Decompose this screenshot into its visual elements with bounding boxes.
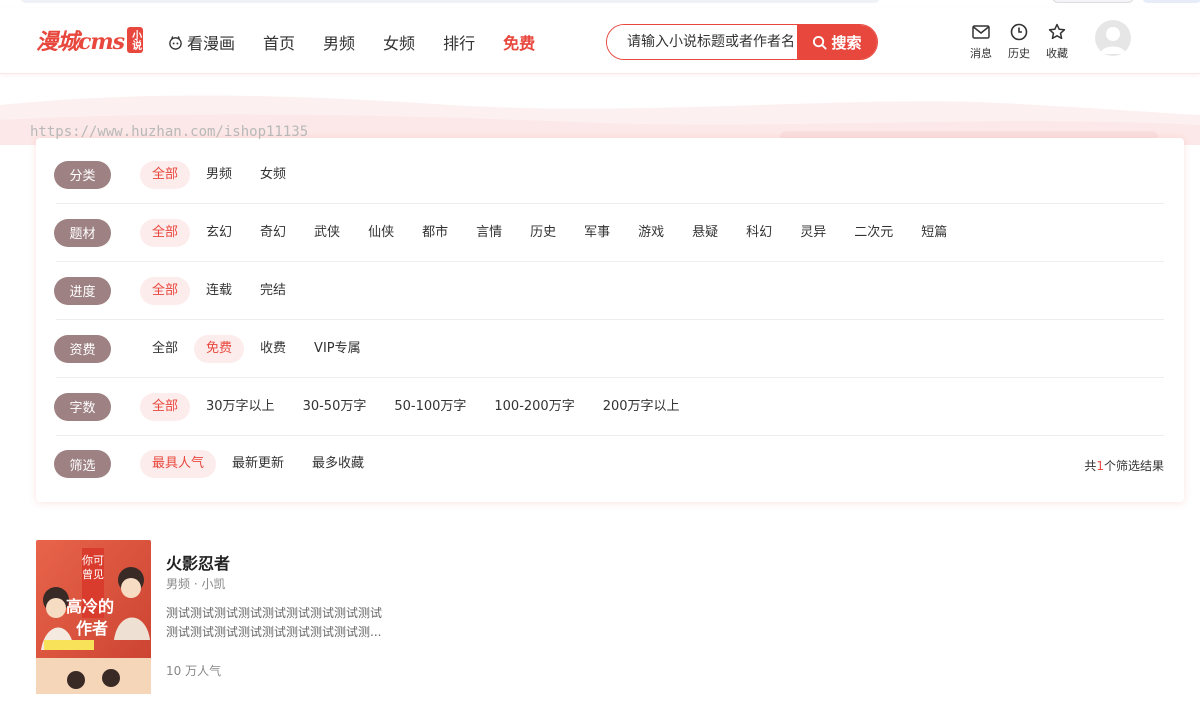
user-icon bbox=[1100, 27, 1126, 54]
sort-option[interactable]: 最具人气 bbox=[140, 450, 217, 478]
filter-option[interactable]: 奇幻 bbox=[248, 219, 298, 247]
sort-option[interactable]: 最多收藏 bbox=[300, 450, 376, 478]
book-description: 测试测试测试测试测试测试测试测试测试 测试测试测试测试测试测试测试测试测... bbox=[166, 604, 396, 642]
filter-row-words: 字数 全部 30万字以上 30-50万字 50-100万字 100-200万字 … bbox=[54, 378, 1164, 436]
filter-panel: 分类 全部 男频 女频 题材 全部 玄幻 奇幻 武侠 仙侠 都市 言情 历史 军… bbox=[36, 138, 1184, 502]
svg-text:曾见: 曾见 bbox=[82, 567, 104, 581]
filter-row-fee: 资费 全部 免费 收费 VIP专属 bbox=[54, 320, 1164, 378]
filter-option[interactable]: 连载 bbox=[194, 277, 244, 305]
filter-option[interactable]: 全部 bbox=[140, 335, 190, 363]
filter-label-progress: 进度 bbox=[54, 276, 111, 305]
filter-option[interactable]: VIP专属 bbox=[302, 335, 373, 363]
filter-option[interactable]: 游戏 bbox=[626, 219, 676, 247]
nav-item-comic[interactable]: 看漫画 bbox=[168, 30, 235, 54]
main-nav: 看漫画 首页 男频 女频 排行 免费 bbox=[168, 30, 563, 54]
logo-badge: 小说 bbox=[127, 27, 144, 53]
filter-option[interactable]: 灵异 bbox=[788, 219, 838, 247]
book-popularity: 10 万人气 bbox=[166, 664, 222, 678]
filter-option[interactable]: 全部 bbox=[140, 160, 191, 189]
filter-row-progress: 进度 全部 连载 完结 bbox=[54, 262, 1164, 320]
favorites-button[interactable]: 收藏 bbox=[1038, 22, 1076, 61]
filter-option[interactable]: 玄幻 bbox=[194, 219, 244, 247]
filter-option[interactable]: 全部 bbox=[140, 276, 191, 305]
filter-label-fee: 资费 bbox=[54, 334, 111, 363]
messages-label: 消息 bbox=[970, 47, 992, 60]
filter-option[interactable]: 200万字以上 bbox=[591, 393, 692, 421]
filter-option[interactable]: 50-100万字 bbox=[382, 393, 478, 421]
filter-label-theme: 题材 bbox=[54, 218, 111, 247]
filter-option[interactable]: 武侠 bbox=[302, 219, 352, 247]
site-logo[interactable]: 漫城cms 小说 bbox=[36, 26, 144, 55]
filter-row-category: 分类 全部 男频 女频 bbox=[54, 146, 1164, 204]
book-description-line: 测试测试测试测试测试测试测试测试测... bbox=[166, 625, 382, 639]
filter-label-category: 分类 bbox=[54, 160, 111, 189]
nav-label: 看漫画 bbox=[187, 34, 236, 53]
filter-option[interactable]: 科幻 bbox=[734, 219, 784, 247]
clock-icon bbox=[1010, 23, 1028, 41]
nav-item-female[interactable]: 女频 bbox=[383, 30, 415, 54]
filter-option[interactable]: 历史 bbox=[518, 219, 568, 247]
book-card[interactable]: 你可 曾见 高冷的 作者 火影忍者 男频 · 小凯 测试测试测试测试测试测试测试… bbox=[36, 540, 436, 694]
nav-item-ranking[interactable]: 排行 bbox=[443, 30, 475, 54]
filter-row-sort: 筛选 最具人气 最新更新 最多收藏 共1个筛选结果 bbox=[54, 435, 1164, 493]
star-icon bbox=[1048, 23, 1066, 40]
search-box: 搜索 bbox=[606, 24, 878, 60]
filter-option[interactable]: 30-50万字 bbox=[291, 393, 379, 421]
filter-label-words: 字数 bbox=[54, 392, 111, 421]
filter-option[interactable]: 仙侠 bbox=[356, 219, 406, 247]
filter-option[interactable]: 悬疑 bbox=[680, 219, 730, 247]
mail-icon bbox=[972, 25, 990, 39]
history-button[interactable]: 历史 bbox=[1000, 22, 1038, 61]
nav-item-male[interactable]: 男频 bbox=[323, 30, 355, 54]
avatar[interactable] bbox=[1095, 20, 1131, 56]
site-header: 漫城cms 小说 看漫画 首页 男频 女频 排行 免费 搜索 消息 历史 收藏 bbox=[0, 8, 1200, 74]
filter-option[interactable]: 言情 bbox=[464, 219, 514, 247]
book-description-line: 测试测试测试测试测试测试测试测试测试 bbox=[166, 606, 383, 620]
filter-label-sort: 筛选 bbox=[54, 450, 111, 478]
filter-option[interactable]: 收费 bbox=[248, 335, 298, 363]
nav-item-free[interactable]: 免费 bbox=[503, 30, 535, 54]
messages-button[interactable]: 消息 bbox=[962, 22, 1000, 61]
search-button-label: 搜索 bbox=[831, 33, 862, 52]
search-input[interactable] bbox=[607, 25, 797, 59]
comic-icon bbox=[169, 35, 182, 50]
result-count: 共1个筛选结果 bbox=[1084, 459, 1164, 473]
filter-option[interactable]: 30万字以上 bbox=[194, 393, 287, 421]
history-label: 历史 bbox=[1008, 47, 1030, 60]
filter-option[interactable]: 短篇 bbox=[909, 219, 959, 247]
search-icon bbox=[813, 35, 828, 50]
svg-text:高冷的: 高冷的 bbox=[66, 597, 114, 616]
search-button[interactable]: 搜索 bbox=[797, 25, 877, 59]
svg-text:作者: 作者 bbox=[76, 619, 108, 638]
favorites-label: 收藏 bbox=[1046, 47, 1068, 60]
filter-option[interactable]: 军事 bbox=[572, 219, 622, 247]
watermark-text: https://www.huzhan.com/ishop11135 bbox=[30, 124, 309, 140]
filter-option[interactable]: 二次元 bbox=[842, 219, 905, 247]
svg-text:你可: 你可 bbox=[82, 554, 104, 567]
filter-option[interactable]: 免费 bbox=[194, 334, 245, 363]
filter-option[interactable]: 全部 bbox=[140, 218, 191, 247]
filter-option[interactable]: 完结 bbox=[248, 277, 298, 305]
filter-option[interactable]: 全部 bbox=[140, 392, 191, 421]
filter-option[interactable]: 都市 bbox=[410, 219, 460, 247]
book-cover-image[interactable]: 你可 曾见 高冷的 作者 bbox=[36, 540, 151, 694]
sort-option[interactable]: 最新更新 bbox=[220, 450, 296, 478]
filter-option[interactable]: 男频 bbox=[194, 161, 244, 189]
header-tools: 消息 历史 收藏 bbox=[962, 22, 1076, 61]
filter-option[interactable]: 100-200万字 bbox=[482, 393, 586, 421]
book-title[interactable]: 火影忍者 bbox=[166, 550, 230, 574]
filter-option[interactable]: 女频 bbox=[248, 161, 298, 189]
logo-text: 漫城cms bbox=[36, 29, 125, 55]
book-meta: 男频 · 小凯 bbox=[166, 577, 226, 591]
nav-item-home[interactable]: 首页 bbox=[263, 30, 295, 54]
filter-row-theme: 题材 全部 玄幻 奇幻 武侠 仙侠 都市 言情 历史 军事 游戏 悬疑 科幻 灵… bbox=[54, 204, 1164, 262]
browser-top-strip bbox=[0, 0, 1200, 5]
